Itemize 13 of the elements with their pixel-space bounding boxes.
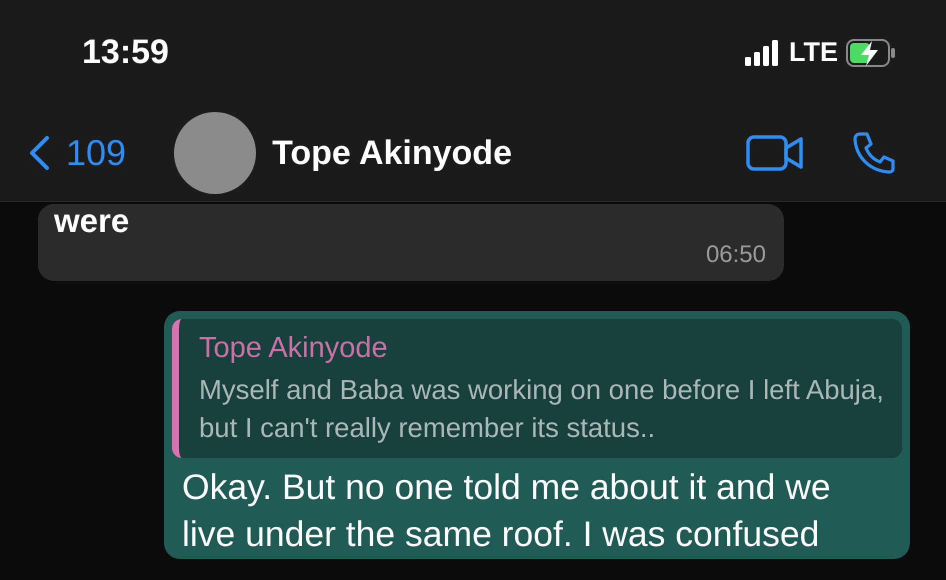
network-type: LTE (789, 36, 838, 70)
video-call-icon[interactable] (746, 134, 804, 172)
phone-icon[interactable] (852, 131, 896, 175)
chevron-left-icon[interactable] (28, 135, 50, 171)
contact-name[interactable]: Tope Akinyode (272, 128, 746, 178)
message-text: Okay. But no one told me about it and we live under the same roof. I was confused (181, 466, 832, 556)
quote-author: Tope Akinyode (199, 331, 389, 366)
signal-icon (745, 40, 781, 66)
status-time: 13:59 (82, 32, 169, 73)
back-button[interactable]: 109 (28, 126, 126, 180)
message-text: were (54, 204, 130, 237)
quote-text: Myself and Baba was working on one before I left Abuja, but I can't really remember its status.. (199, 372, 885, 445)
message-time: 06:50 (706, 240, 766, 270)
